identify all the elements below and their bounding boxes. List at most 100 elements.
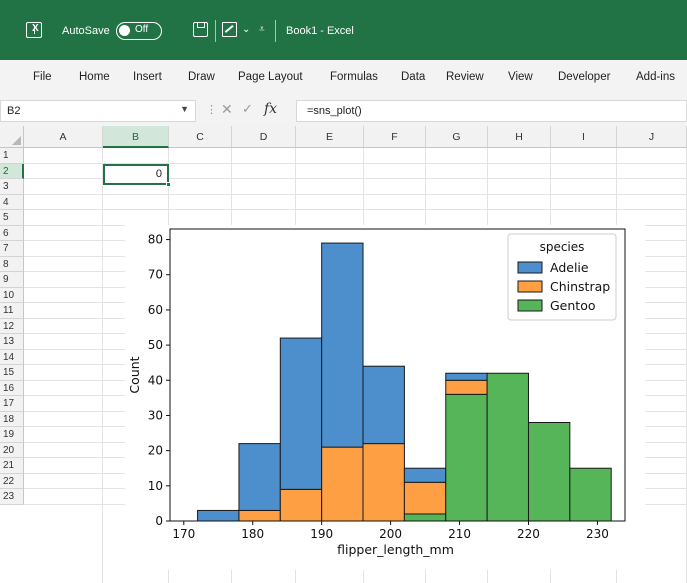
row-header-23[interactable]: 23 xyxy=(0,489,24,505)
y-tick-label: 0 xyxy=(155,514,163,528)
format-icon[interactable] xyxy=(222,22,237,37)
chevron-down-icon[interactable]: ▼ xyxy=(180,104,189,114)
autosave-toggle[interactable]: Off xyxy=(116,22,162,40)
column-header-j[interactable]: J xyxy=(617,126,687,148)
row-header-16[interactable]: 16 xyxy=(0,380,24,396)
bar-adelie xyxy=(321,242,364,448)
insert-function-icon[interactable]: fx xyxy=(264,101,277,117)
x-tick-label: 180 xyxy=(241,527,264,541)
bar-adelie xyxy=(279,337,323,490)
x-axis-label: flipper_length_mm xyxy=(337,542,454,557)
formula-input[interactable]: =sns_plot() xyxy=(296,100,687,122)
row-header-19[interactable]: 19 xyxy=(0,427,24,443)
row-header-18[interactable]: 18 xyxy=(0,411,24,427)
column-header-f[interactable]: F xyxy=(364,126,426,148)
tab-insert[interactable]: Insert xyxy=(133,71,162,83)
toolbar-divider xyxy=(215,20,216,42)
column-header-b[interactable]: B xyxy=(103,126,169,148)
bar-gentoo xyxy=(403,513,447,522)
x-tick-label: 170 xyxy=(172,527,195,541)
x-tick-label: 200 xyxy=(379,527,402,541)
bar-adelie xyxy=(197,509,240,522)
legend-swatch-gentoo xyxy=(517,299,543,312)
bar-adelie xyxy=(403,467,447,483)
x-tick-label: 220 xyxy=(517,527,540,541)
row-header-12[interactable]: 12 xyxy=(0,318,24,334)
fill-handle[interactable] xyxy=(166,182,171,187)
legend-title: species xyxy=(540,240,585,254)
autosave-label: AutoSave xyxy=(62,25,110,37)
cancel-icon[interactable]: ✕ xyxy=(221,101,233,118)
y-tick-label: 20 xyxy=(148,444,163,458)
row-header-13[interactable]: 13 xyxy=(0,334,24,350)
formula-bar: B2 ▼ ⋮ ✕ ✓ fx =sns_plot() xyxy=(0,98,687,126)
row-header-14[interactable]: 14 xyxy=(0,349,24,365)
format-dropdown-icon[interactable]: ⌄ xyxy=(242,24,250,35)
toggle-knob-icon xyxy=(119,25,130,36)
tab-review[interactable]: Review xyxy=(446,71,484,83)
more-options-icon[interactable]: ⋮ xyxy=(206,103,217,116)
tab-data[interactable]: Data xyxy=(401,71,425,83)
row-header-4[interactable]: 4 xyxy=(0,194,24,210)
toolbar-divider xyxy=(275,20,276,42)
row-header-10[interactable]: 10 xyxy=(0,287,24,303)
active-cell-b2[interactable]: 0 xyxy=(103,164,171,187)
column-header-i[interactable]: I xyxy=(551,126,617,148)
y-tick-label: 70 xyxy=(148,268,163,282)
bar-adelie xyxy=(445,372,488,381)
tab-file[interactable]: File xyxy=(33,71,52,83)
column-header-a[interactable]: A xyxy=(24,126,103,148)
row-header-21[interactable]: 21 xyxy=(0,458,24,474)
ribbon-tabs: File Home Insert Draw Page Layout Formul… xyxy=(0,60,687,98)
row-header-1[interactable]: 1 xyxy=(0,148,24,164)
bar-chinstrap xyxy=(403,481,447,515)
bar-chinstrap xyxy=(362,443,405,522)
row-header-11[interactable]: 11 xyxy=(0,303,24,319)
name-box[interactable]: B2 ▼ xyxy=(0,100,196,122)
select-all-button[interactable] xyxy=(0,126,24,148)
bar-gentoo xyxy=(445,393,488,522)
column-header-h[interactable]: H xyxy=(488,126,551,148)
grid-row-line xyxy=(24,209,687,210)
save-icon[interactable] xyxy=(193,22,208,37)
document-title: Book1 - Excel xyxy=(286,25,354,37)
legend-label-adelie: Adelie xyxy=(550,260,589,275)
row-header-7[interactable]: 7 xyxy=(0,241,24,257)
tab-view[interactable]: View xyxy=(508,71,533,83)
x-tick-label: 210 xyxy=(448,527,471,541)
row-header-5[interactable]: 5 xyxy=(0,210,24,226)
tab-add-ins[interactable]: Add-ins xyxy=(636,71,675,83)
column-header-e[interactable]: E xyxy=(296,126,364,148)
column-header-c[interactable]: C xyxy=(169,126,232,148)
row-header-6[interactable]: 6 xyxy=(0,225,24,241)
bar-adelie xyxy=(362,365,405,445)
chart-svg: 170 180 190 200 210 220 230 0 10 20 30 40 50 60 70 80 fl… xyxy=(127,228,626,557)
tab-developer[interactable]: Developer xyxy=(558,71,610,83)
bar-gentoo xyxy=(527,421,571,522)
row-header-3[interactable]: 3 xyxy=(0,179,24,195)
tab-home[interactable]: Home xyxy=(79,71,110,83)
row-header-17[interactable]: 17 xyxy=(0,396,24,412)
customize-toolbar-icon[interactable]: ⩡ xyxy=(259,24,265,35)
tab-formulas[interactable]: Formulas xyxy=(330,71,378,83)
y-axis-label: Count xyxy=(127,356,142,393)
column-header-d[interactable]: D xyxy=(232,126,296,148)
row-header-9[interactable]: 9 xyxy=(0,272,24,288)
histogram-chart[interactable]: 170 180 190 200 210 220 230 0 10 20 30 40 50 60 70 80 fl… xyxy=(125,225,645,570)
y-tick-label: 80 xyxy=(148,233,163,247)
row-header-20[interactable]: 20 xyxy=(0,442,24,458)
y-tick-label: 30 xyxy=(148,408,163,422)
legend-swatch-adelie xyxy=(517,261,543,274)
row-header-22[interactable]: 22 xyxy=(0,473,24,489)
y-tick-label: 40 xyxy=(148,373,163,387)
row-header-2[interactable]: 2 xyxy=(0,163,24,179)
row-header-15[interactable]: 15 xyxy=(0,365,24,381)
tab-page-layout[interactable]: Page Layout xyxy=(238,71,303,83)
column-header-g[interactable]: G xyxy=(426,126,488,148)
x-tick-label: 230 xyxy=(586,527,609,541)
grid-row-line xyxy=(24,193,687,195)
tab-draw[interactable]: Draw xyxy=(188,71,215,83)
bar-chinstrap xyxy=(238,509,281,522)
row-header-8[interactable]: 8 xyxy=(0,256,24,272)
enter-check-icon[interactable]: ✓ xyxy=(242,101,253,117)
